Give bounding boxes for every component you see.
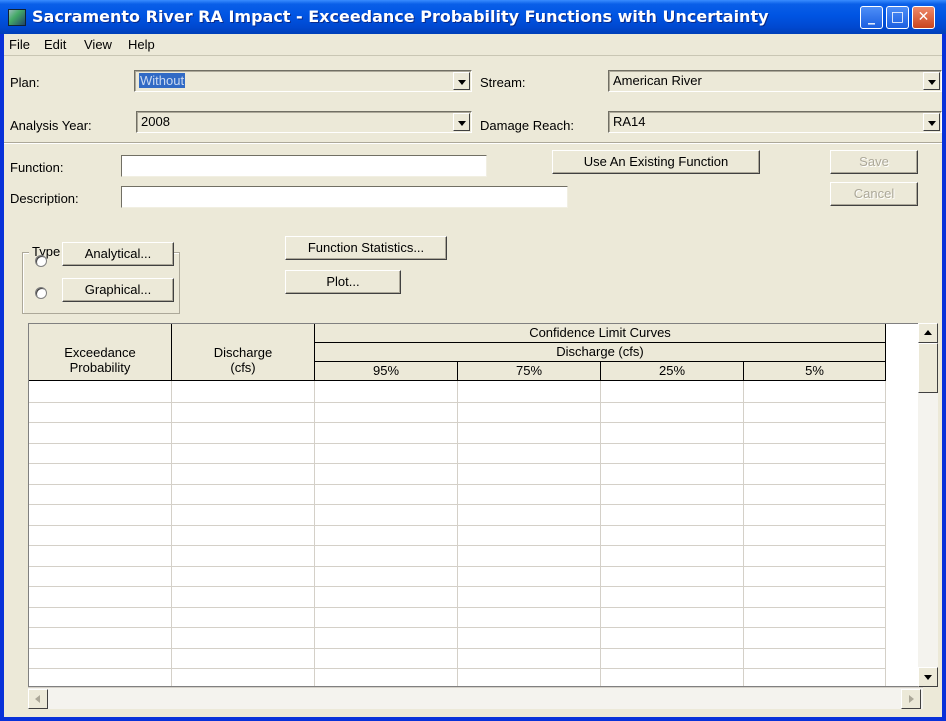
function-statistics-button[interactable]: Function Statistics... — [285, 236, 447, 260]
table-row[interactable] — [29, 422, 886, 423]
main-window: Sacramento River RA Impact - Exceedance … — [0, 0, 946, 721]
table-row[interactable] — [29, 524, 886, 526]
limit-5-header: 5% — [744, 362, 886, 381]
stream-value: American River — [613, 73, 702, 88]
grid-column-line — [885, 381, 886, 686]
discharge-header-text: Discharge — [213, 345, 273, 360]
confidence-limit-header: Confidence Limit Curves — [315, 324, 886, 343]
scroll-thumb[interactable] — [918, 343, 938, 393]
damage-reach-combo[interactable]: RA14 — [608, 111, 942, 133]
table-row[interactable] — [29, 586, 886, 587]
chevron-down-icon[interactable] — [923, 113, 940, 131]
plan-label: Plan: — [10, 75, 40, 90]
table-row[interactable] — [29, 668, 886, 669]
table-row[interactable] — [29, 606, 886, 608]
menu-bar: File Edit View Help — [4, 34, 942, 56]
analysis-year-combo[interactable]: 2008 — [136, 111, 472, 133]
stream-label: Stream: — [480, 75, 526, 90]
grid-column-line — [171, 381, 172, 686]
scroll-up-icon[interactable] — [918, 323, 938, 343]
horizontal-scrollbar[interactable] — [28, 687, 923, 709]
grid-column-line — [600, 381, 601, 686]
grid-column-line — [743, 381, 744, 686]
plot-button[interactable]: Plot... — [285, 270, 401, 294]
scroll-down-icon[interactable] — [918, 667, 938, 687]
table-row[interactable] — [29, 463, 886, 464]
save-button[interactable]: Save — [830, 150, 918, 174]
confidence-discharge-header: Discharge (cfs) — [315, 343, 886, 362]
table-row[interactable] — [29, 504, 886, 505]
graphical-button[interactable]: Graphical... — [62, 278, 174, 302]
cancel-button[interactable]: Cancel — [830, 182, 918, 206]
limit-95-header: 95% — [315, 362, 458, 381]
exceedance-header-text: Exceedance — [64, 345, 136, 360]
type-legend: Type — [29, 244, 64, 259]
table-row[interactable] — [29, 647, 886, 649]
maximize-button[interactable]: □ — [886, 6, 909, 29]
exceedance-probability-header: Exceedance Probability — [29, 324, 172, 381]
discharge-unit-text: (cfs) — [230, 360, 256, 375]
scroll-right-icon[interactable] — [901, 689, 921, 709]
probability-table[interactable]: Exceedance Probability Discharge (cfs) C… — [28, 323, 923, 687]
table-row[interactable] — [29, 545, 886, 546]
scroll-left-icon[interactable] — [28, 689, 48, 709]
window-title: Sacramento River RA Impact - Exceedance … — [32, 7, 769, 26]
analysis-year-value: 2008 — [141, 114, 170, 129]
graphical-radio[interactable] — [35, 287, 47, 299]
stream-combo[interactable]: American River — [608, 70, 942, 92]
description-label: Description: — [10, 191, 79, 206]
chevron-down-icon[interactable] — [453, 113, 470, 131]
use-existing-function-button[interactable]: Use An Existing Function — [552, 150, 760, 174]
analytical-radio[interactable] — [35, 255, 47, 267]
menu-view[interactable]: View — [84, 37, 112, 52]
probability-header-text: Probability — [69, 360, 131, 375]
grid-column-line — [314, 381, 315, 686]
menu-help[interactable]: Help — [128, 37, 155, 52]
limit-25-header: 25% — [601, 362, 744, 381]
discharge-header: Discharge (cfs) — [172, 324, 315, 381]
title-bar[interactable]: Sacramento River RA Impact - Exceedance … — [0, 0, 946, 34]
function-input[interactable] — [121, 155, 487, 177]
analysis-year-label: Analysis Year: — [10, 118, 92, 133]
table-row[interactable] — [29, 401, 886, 403]
chevron-down-icon[interactable] — [453, 72, 470, 90]
plan-value: Without — [139, 73, 186, 88]
menu-file[interactable]: File — [9, 37, 30, 52]
grid-column-line — [457, 381, 458, 686]
app-icon — [8, 9, 26, 26]
damage-reach-label: Damage Reach: — [480, 118, 574, 133]
table-row[interactable] — [29, 483, 886, 485]
section-divider — [4, 142, 942, 144]
vertical-scrollbar[interactable] — [918, 323, 938, 687]
plan-combo[interactable]: Without — [134, 70, 472, 92]
table-row[interactable] — [29, 627, 886, 628]
menu-edit[interactable]: Edit — [44, 37, 66, 52]
chevron-down-icon[interactable] — [923, 72, 940, 90]
minimize-button[interactable]: _ — [860, 6, 883, 29]
damage-reach-value: RA14 — [613, 114, 646, 129]
table-row[interactable] — [29, 565, 886, 567]
function-label: Function: — [10, 160, 64, 175]
table-row[interactable] — [29, 442, 886, 444]
close-button[interactable]: ✕ — [912, 6, 935, 29]
description-input[interactable] — [121, 186, 568, 208]
analytical-button[interactable]: Analytical... — [62, 242, 174, 266]
limit-75-header: 75% — [458, 362, 601, 381]
